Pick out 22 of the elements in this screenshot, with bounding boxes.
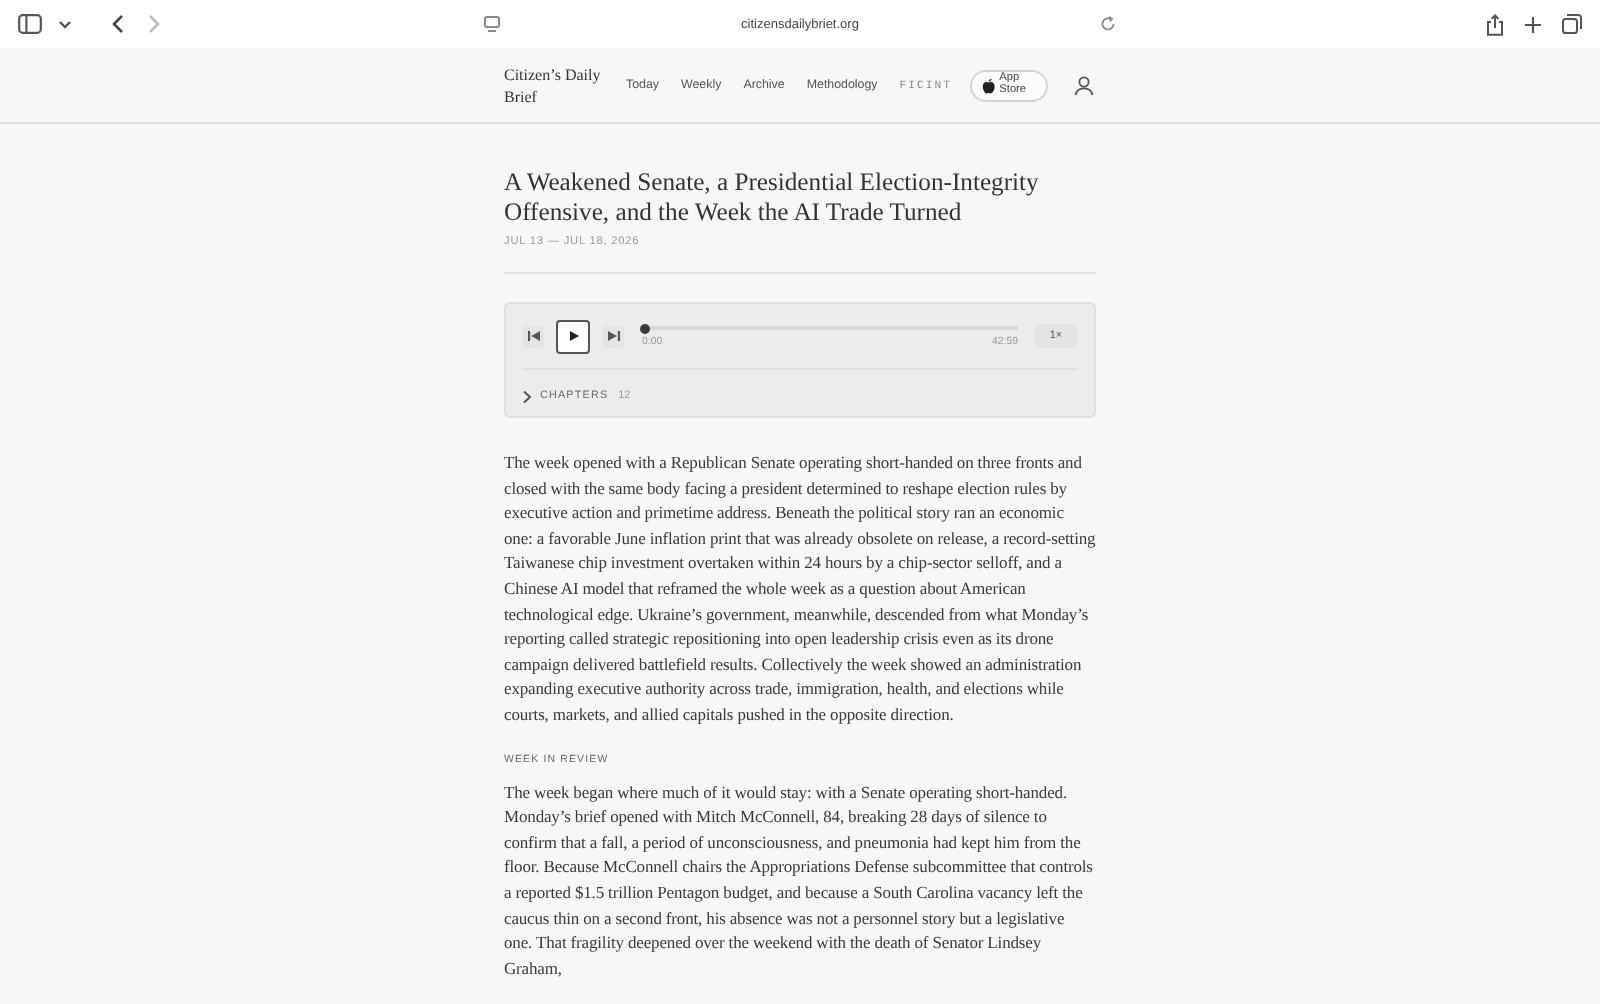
play-icon	[567, 330, 579, 342]
next-button[interactable]	[602, 325, 624, 347]
back-icon[interactable]	[112, 14, 124, 34]
progress-thumb[interactable]	[640, 323, 650, 333]
tabs-icon[interactable]	[1562, 14, 1582, 34]
intro-paragraph: The week opened with a Republican Senate operating short-handed on three fronts and closed with the same body facing a president determined to reshape election rules by executive action and primetime address. Beneath the political story ran an economic one: a favorable June inflation print that was already obsolete on release, a record-setting Taiwanese chip investment overtaken within 24 hours by a chip-sector selloff, and a Chinese AI model that reframed the whole week as a question about American technological edge. Ukraine’s government, meanwhile, descended from what Monday’s reporting called strategic repositioning into open leadership crisis even as its drone campaign delivered battlefield results. Collectively the week showed an administration expanding executive authority across trade, immigration, health, and elections while courts, markets, and allied capitals pushed in the opposite direction.	[504, 450, 1096, 728]
skip-forward-icon	[607, 330, 619, 342]
site-logo[interactable]: Citizen’s Daily Brief	[504, 63, 608, 107]
article-title: A Weakened Senate, a Presidential Election-Integrity Offensive, and the Week the AI Trade Turned	[504, 168, 1041, 228]
body-paragraph: The week began where much of it would stay: with a Senate operating short-handed. Monday’s brief opened with Mitch McConnell, 84, breaking 28 days of silence to confirm that a fall, a period of unconsciousness, and pneumonia had kept him from the floor. Because McConnell chairs the Appropriations Defense subcommittee that controls a reported $1.5 trillion Pentagon budget, and because a South Carolina vacancy left the caucus thin on a second front, his absence was not a personnel story but a legislative one. That fragility deepened over the weekend with the death of Senator Lindsey Graham,	[504, 779, 1095, 981]
user-icon[interactable]	[1073, 75, 1094, 95]
previous-button[interactable]	[522, 325, 544, 347]
skip-back-icon	[527, 330, 539, 342]
page-icon	[484, 15, 500, 33]
chevron-down-icon[interactable]	[58, 19, 72, 29]
chevron-icon	[522, 389, 532, 403]
reload-icon[interactable]	[1099, 16, 1116, 32]
new-tab-icon[interactable]	[1524, 15, 1542, 33]
share-icon[interactable]	[1486, 13, 1504, 35]
apple-icon	[981, 77, 996, 93]
sidebar-icon[interactable]	[18, 14, 42, 34]
play-button[interactable]	[556, 319, 590, 353]
